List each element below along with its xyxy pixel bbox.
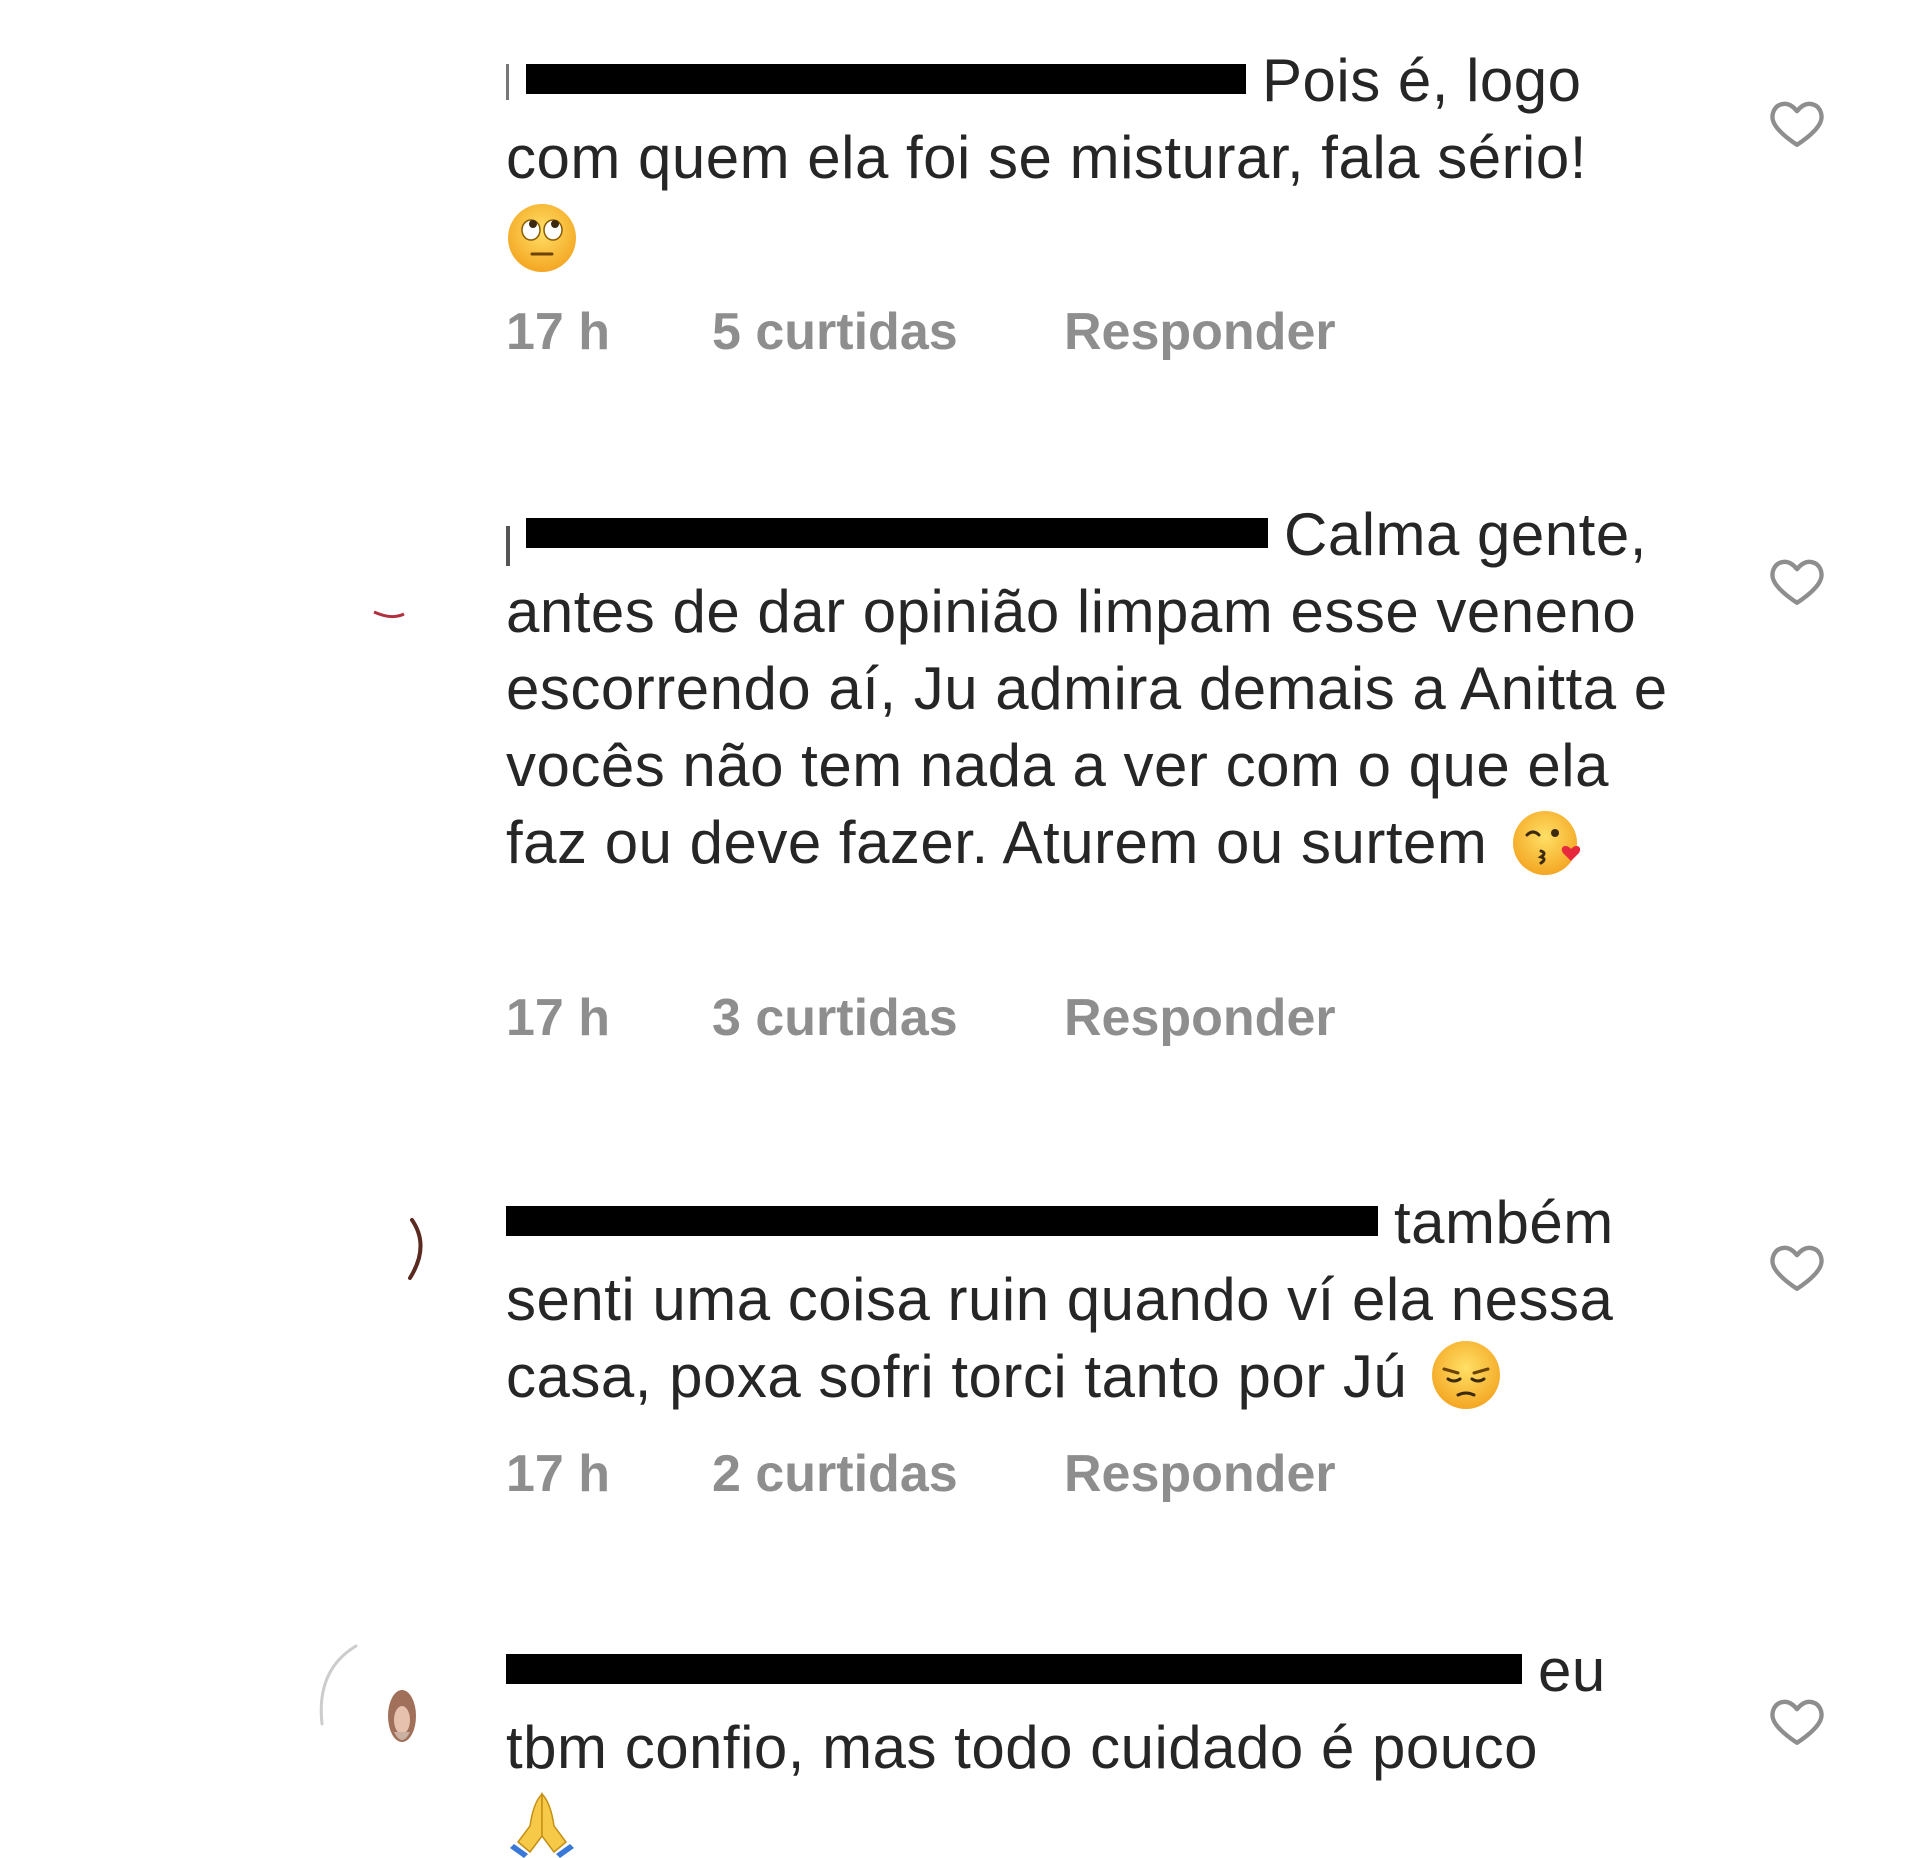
redacted-username[interactable] — [506, 1654, 1522, 1685]
comment-body: Calma gente, antes de dar opinião limpam… — [506, 496, 1706, 881]
like-heart-icon[interactable] — [1768, 94, 1826, 152]
username-fragment — [506, 64, 509, 100]
like-heart-icon[interactable] — [1768, 552, 1826, 610]
pensive-emoji — [1432, 1341, 1501, 1409]
reply-button[interactable]: Responder — [1064, 1444, 1336, 1504]
timestamp: 17 h — [506, 1445, 611, 1503]
timestamp: 17 h — [506, 303, 611, 361]
avatar[interactable] — [334, 520, 454, 640]
eye-roll-emoji — [508, 204, 576, 272]
comment-text: Calma gente, antes de dar opinião limpam… — [506, 501, 1668, 876]
comment-body: também senti uma coisa ruin quando ví el… — [506, 1184, 1706, 1415]
redacted-username[interactable] — [506, 1206, 1378, 1237]
avatar[interactable] — [318, 1200, 438, 1320]
reply-button[interactable]: Responder — [1064, 988, 1336, 1048]
avatar-ring — [319, 1644, 416, 1742]
likes-count[interactable]: 3 curtidas — [712, 988, 958, 1048]
comment-body: eu tbm confio, mas todo cuidado é pouco — [506, 1632, 1706, 1858]
avatar[interactable] — [316, 1640, 436, 1760]
folded-hands-emoji — [510, 1792, 574, 1858]
likes-count[interactable]: 5 curtidas — [712, 302, 958, 362]
kiss-wink-emoji — [1512, 811, 1580, 875]
timestamp: 17 h — [506, 989, 611, 1047]
likes-count[interactable]: 2 curtidas — [712, 1444, 958, 1504]
avatar-ring — [373, 610, 405, 619]
reply-button[interactable]: Responder — [1064, 302, 1336, 362]
avatar-ring — [408, 1218, 423, 1280]
redacted-username[interactable] — [526, 64, 1246, 95]
redacted-username[interactable] — [526, 518, 1268, 549]
comment-body: Pois é, logo com quem ela foi se mistura… — [506, 42, 1706, 274]
username-fragment — [506, 526, 510, 566]
avatar[interactable] — [318, 40, 438, 160]
like-heart-icon[interactable] — [1768, 1238, 1826, 1296]
like-heart-icon[interactable] — [1768, 1692, 1826, 1750]
